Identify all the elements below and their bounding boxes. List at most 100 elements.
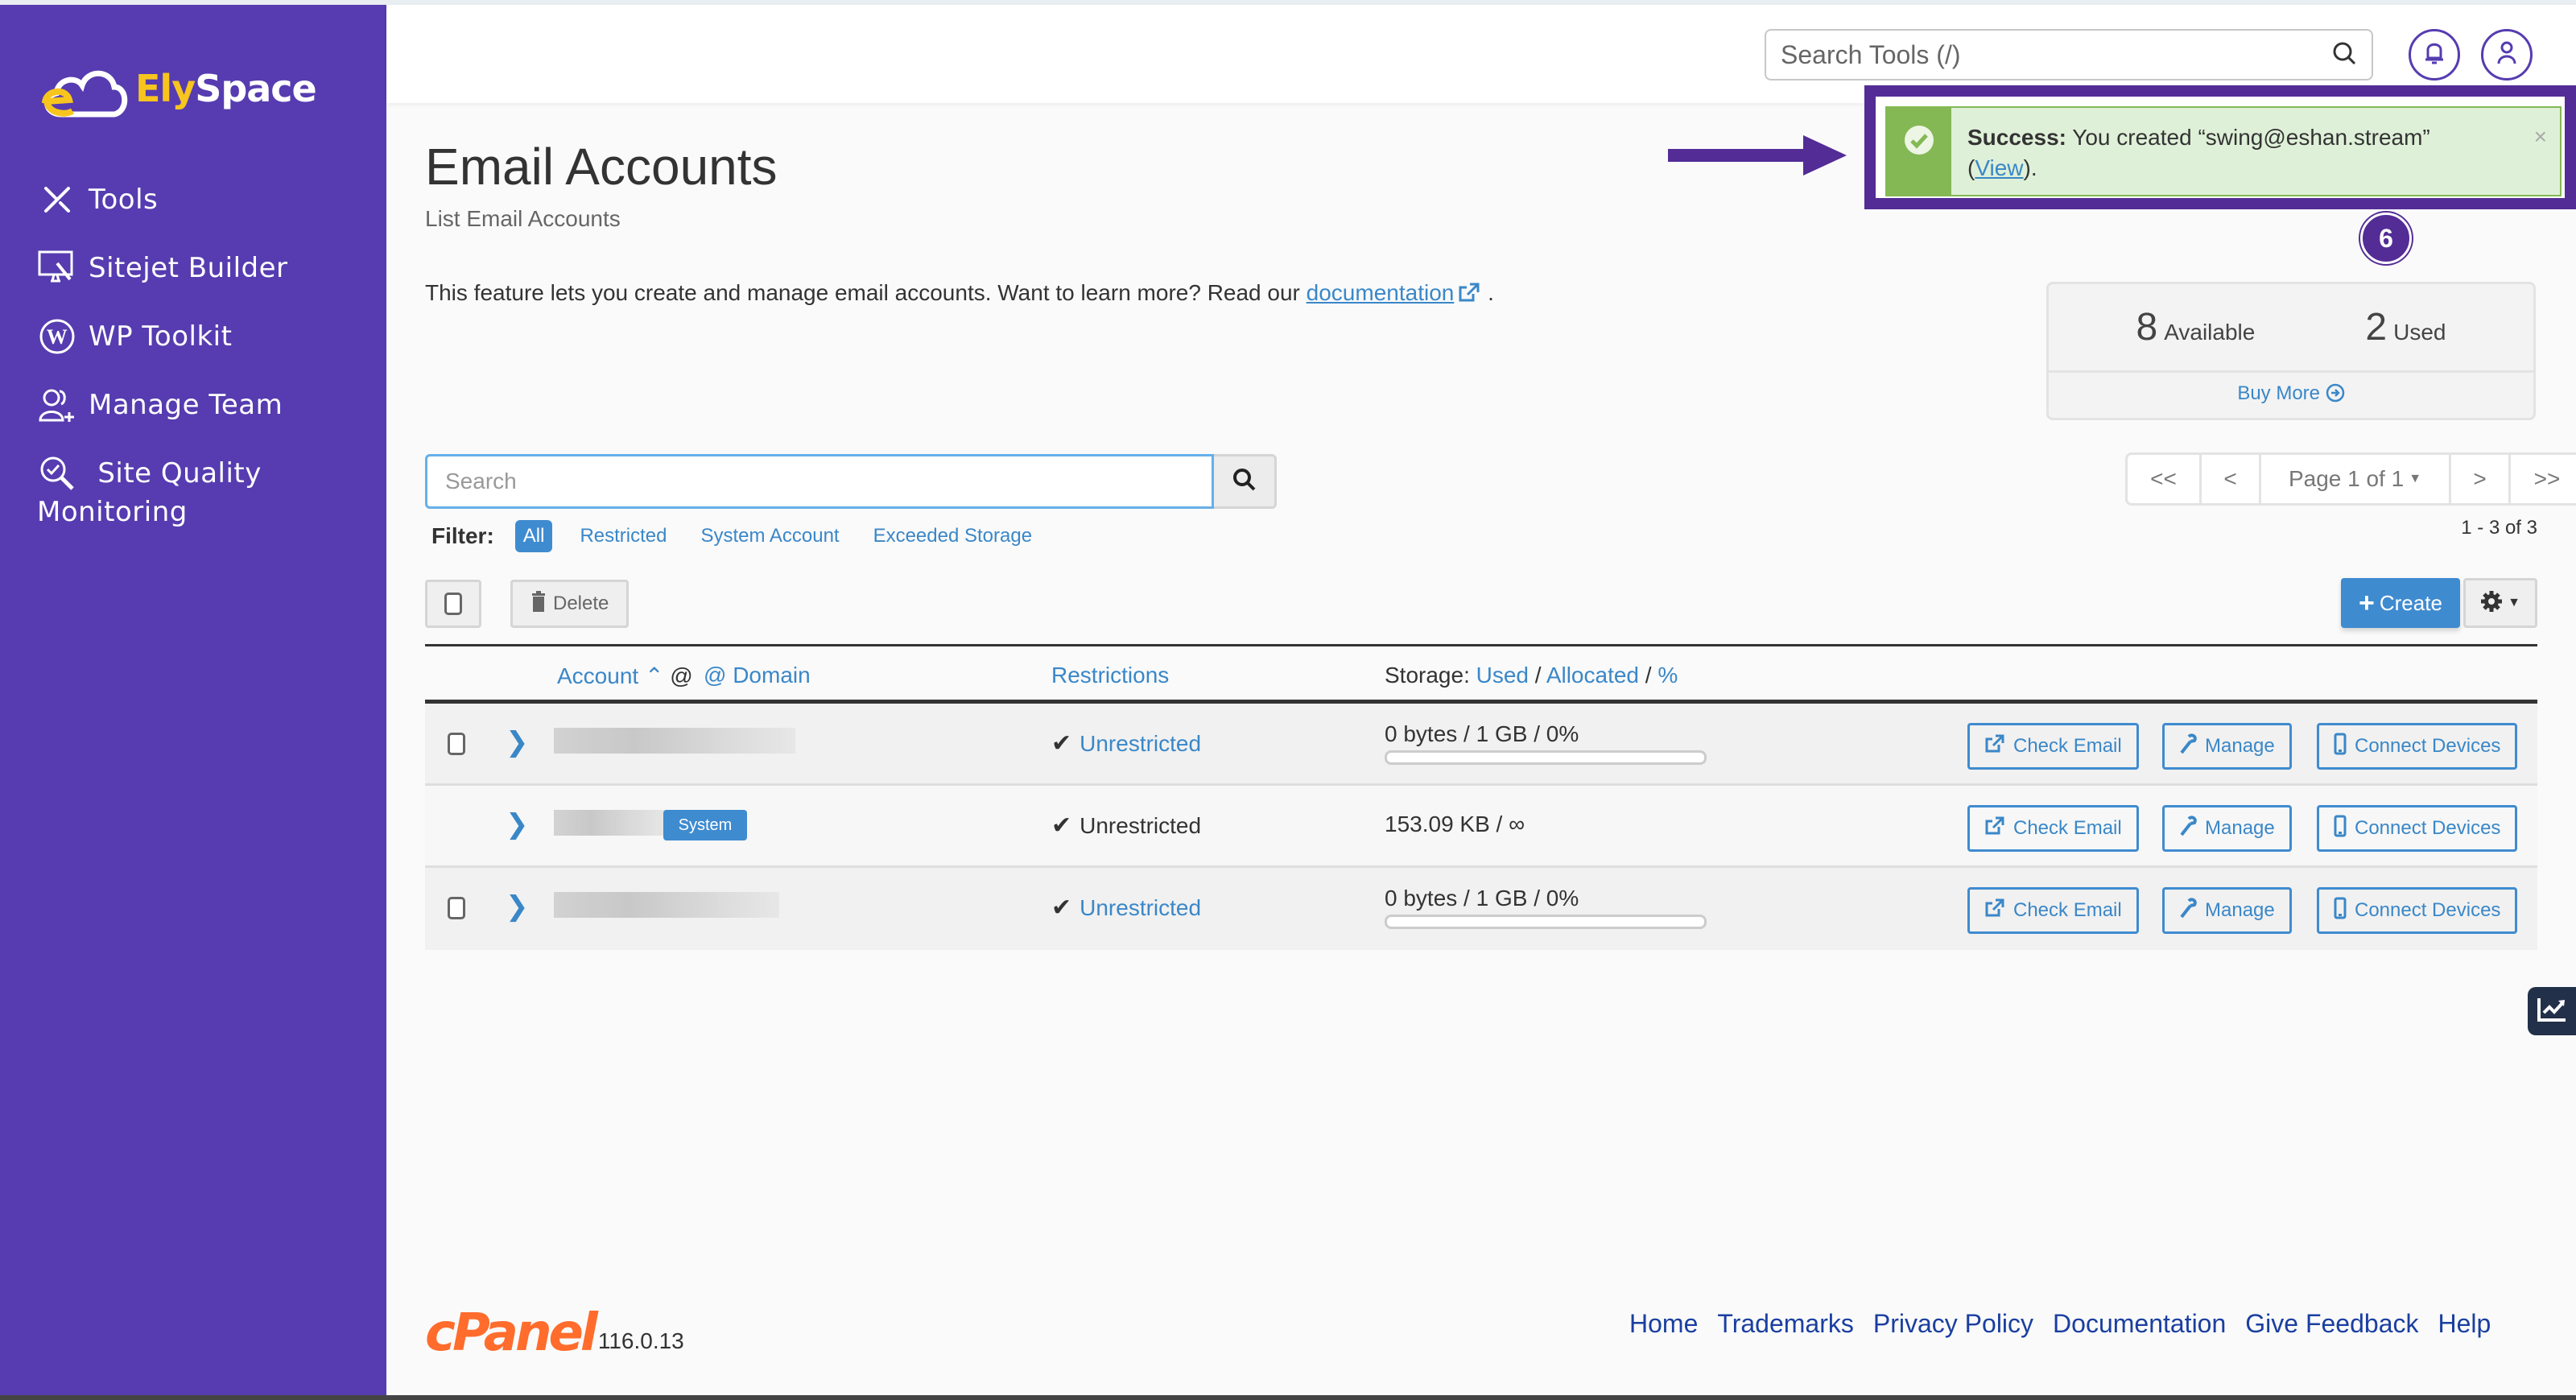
available-stat: 8 Available bbox=[2136, 306, 2256, 349]
account-search bbox=[425, 454, 1277, 509]
delete-button[interactable]: Delete bbox=[510, 580, 630, 628]
search-button[interactable] bbox=[1214, 454, 1277, 509]
manage-button[interactable]: Manage bbox=[2162, 887, 2292, 934]
user-icon bbox=[2496, 39, 2518, 71]
checkbox bbox=[444, 593, 462, 615]
sort-restrictions-header[interactable]: Restrictions bbox=[1051, 663, 1169, 688]
wrench-icon bbox=[2179, 897, 2205, 924]
notifications-button[interactable] bbox=[2409, 29, 2460, 81]
mobile-phone-icon bbox=[2334, 733, 2355, 761]
sidebar-item-manage-team[interactable]: Manage Team bbox=[37, 386, 375, 424]
footer-link-documentation[interactable]: Documentation bbox=[2053, 1309, 2226, 1339]
external-link-icon bbox=[1454, 280, 1481, 305]
close-icon[interactable]: × bbox=[2534, 124, 2547, 150]
check-icon: ✔ bbox=[1051, 812, 1072, 839]
sort-asc-icon: ⌃ bbox=[644, 663, 664, 688]
footer-link-trademarks[interactable]: Trademarks bbox=[1717, 1309, 1854, 1339]
search-icon[interactable] bbox=[2331, 40, 2357, 70]
first-page-button[interactable]: << bbox=[2128, 455, 2202, 503]
connect-devices-button[interactable]: Connect Devices bbox=[2317, 723, 2518, 770]
used-stat: 2 Used bbox=[2365, 306, 2446, 349]
account-name-redacted: [redacted] bbox=[554, 892, 779, 918]
connect-devices-button[interactable]: Connect Devices bbox=[2317, 805, 2518, 852]
last-page-button[interactable]: >> bbox=[2511, 455, 2576, 503]
storage-usage: 153.09 KB / ∞ bbox=[1385, 812, 1525, 836]
email-quota-card: 8 Available 2 Used Buy More bbox=[2046, 282, 2536, 420]
restriction-status[interactable]: ✔ Unrestricted bbox=[1051, 729, 1201, 758]
expand-row-chevron-icon[interactable]: ❯ bbox=[506, 726, 529, 758]
arrow-circle-right-icon bbox=[2326, 382, 2345, 404]
wrench-icon bbox=[2179, 815, 2205, 842]
page-subtitle: List Email Accounts bbox=[425, 206, 621, 231]
select-all-checkbox[interactable] bbox=[425, 580, 481, 628]
user-menu-button[interactable] bbox=[2481, 29, 2533, 81]
analytics-tab-button[interactable] bbox=[2528, 987, 2576, 1035]
sort-percent-header[interactable]: % bbox=[1657, 663, 1678, 688]
filter-system-account[interactable]: System Account bbox=[701, 525, 840, 547]
external-link-icon bbox=[1984, 816, 2013, 842]
footer-link-home[interactable]: Home bbox=[1629, 1309, 1698, 1339]
tool-search-box bbox=[1765, 29, 2373, 81]
restriction-status[interactable]: ✔ Unrestricted bbox=[1051, 894, 1201, 922]
check-email-button[interactable]: Check Email bbox=[1967, 805, 2139, 852]
sort-used-header[interactable]: Used bbox=[1476, 663, 1529, 688]
check-circle-icon bbox=[1903, 124, 1935, 195]
manage-button[interactable]: Manage bbox=[2162, 723, 2292, 770]
svg-text:W: W bbox=[47, 325, 68, 349]
row-checkbox[interactable] bbox=[448, 733, 465, 755]
storage-progress-bar bbox=[1385, 915, 1707, 929]
tool-search-input[interactable] bbox=[1781, 39, 2331, 70]
caret-down-icon: ▼ bbox=[2508, 596, 2520, 609]
toast-status-strip bbox=[1887, 108, 1951, 195]
expand-row-chevron-icon[interactable]: ❯ bbox=[506, 808, 529, 840]
filter-bar: Filter: All Restricted System Account Ex… bbox=[431, 520, 1066, 552]
prev-page-button[interactable]: < bbox=[2202, 455, 2261, 503]
bottom-border bbox=[0, 1395, 2576, 1400]
cloud-logo-icon bbox=[42, 70, 128, 118]
connect-devices-button[interactable]: Connect Devices bbox=[2317, 887, 2518, 934]
settings-dropdown-button[interactable]: ▼ bbox=[2463, 578, 2537, 628]
elyspace-logo[interactable]: ElySpace bbox=[37, 55, 317, 122]
wrench-icon bbox=[2179, 733, 2205, 760]
footer-links: Home Trademarks Privacy Policy Documenta… bbox=[1629, 1309, 2510, 1339]
sort-domain-header[interactable]: @ Domain bbox=[704, 663, 811, 688]
external-link-icon bbox=[1984, 898, 2013, 924]
filter-all[interactable]: All bbox=[514, 520, 553, 552]
create-button[interactable]: + Create bbox=[2341, 578, 2460, 628]
plus-icon: + bbox=[2359, 587, 2375, 618]
wordpress-icon: W bbox=[37, 317, 77, 356]
sort-allocated-header[interactable]: Allocated bbox=[1546, 663, 1639, 688]
filter-restricted[interactable]: Restricted bbox=[580, 525, 667, 547]
page-select[interactable]: Page 1 of 1 ▼ bbox=[2261, 455, 2451, 503]
buy-more-link[interactable]: Buy More bbox=[2049, 373, 2533, 405]
annotation-arrow-icon bbox=[1668, 135, 1847, 176]
documentation-link[interactable]: documentation bbox=[1307, 280, 1455, 305]
table-row: ❯ [redacted] ✔ Unrestricted 0 bytes / 1 … bbox=[425, 868, 2537, 950]
sidebar-item-wp-toolkit[interactable]: W WP Toolkit bbox=[37, 317, 375, 356]
sidebar-item-label: WP Toolkit bbox=[89, 320, 233, 353]
user-add-icon bbox=[37, 386, 77, 424]
footer-link-give-feedback[interactable]: Give Feedback bbox=[2245, 1309, 2418, 1339]
next-page-button[interactable]: > bbox=[2451, 455, 2511, 503]
sidebar-item-site-quality-monitoring[interactable]: Site Quality Monitoring bbox=[37, 454, 375, 531]
external-link-icon bbox=[1984, 733, 2013, 760]
intro-text: This feature lets you create and manage … bbox=[425, 280, 1494, 305]
expand-row-chevron-icon[interactable]: ❯ bbox=[506, 890, 529, 923]
sort-account-header[interactable]: Account ⌃ @ bbox=[557, 663, 693, 689]
bell-icon bbox=[2423, 40, 2446, 70]
footer-link-privacy-policy[interactable]: Privacy Policy bbox=[1873, 1309, 2033, 1339]
check-email-button[interactable]: Check Email bbox=[1967, 723, 2139, 770]
footer-link-help[interactable]: Help bbox=[2438, 1309, 2491, 1339]
account-name-redacted: [redacted] bbox=[554, 728, 795, 754]
sidebar-item-tools[interactable]: Tools bbox=[37, 180, 375, 219]
sidebar-item-sitejet-builder[interactable]: Sitejet Builder bbox=[37, 249, 375, 287]
toast-view-link[interactable]: View bbox=[1975, 155, 2023, 180]
filter-exceeded-storage[interactable]: Exceeded Storage bbox=[873, 525, 1032, 547]
brand-name: ElySpace bbox=[135, 67, 317, 110]
account-search-input[interactable] bbox=[425, 454, 1214, 509]
monitor-pen-icon bbox=[37, 249, 77, 287]
manage-button[interactable]: Manage bbox=[2162, 805, 2292, 852]
row-checkbox[interactable] bbox=[448, 897, 465, 919]
storage-usage: 0 bytes / 1 GB / 0% bbox=[1385, 886, 1707, 929]
check-email-button[interactable]: Check Email bbox=[1967, 887, 2139, 934]
